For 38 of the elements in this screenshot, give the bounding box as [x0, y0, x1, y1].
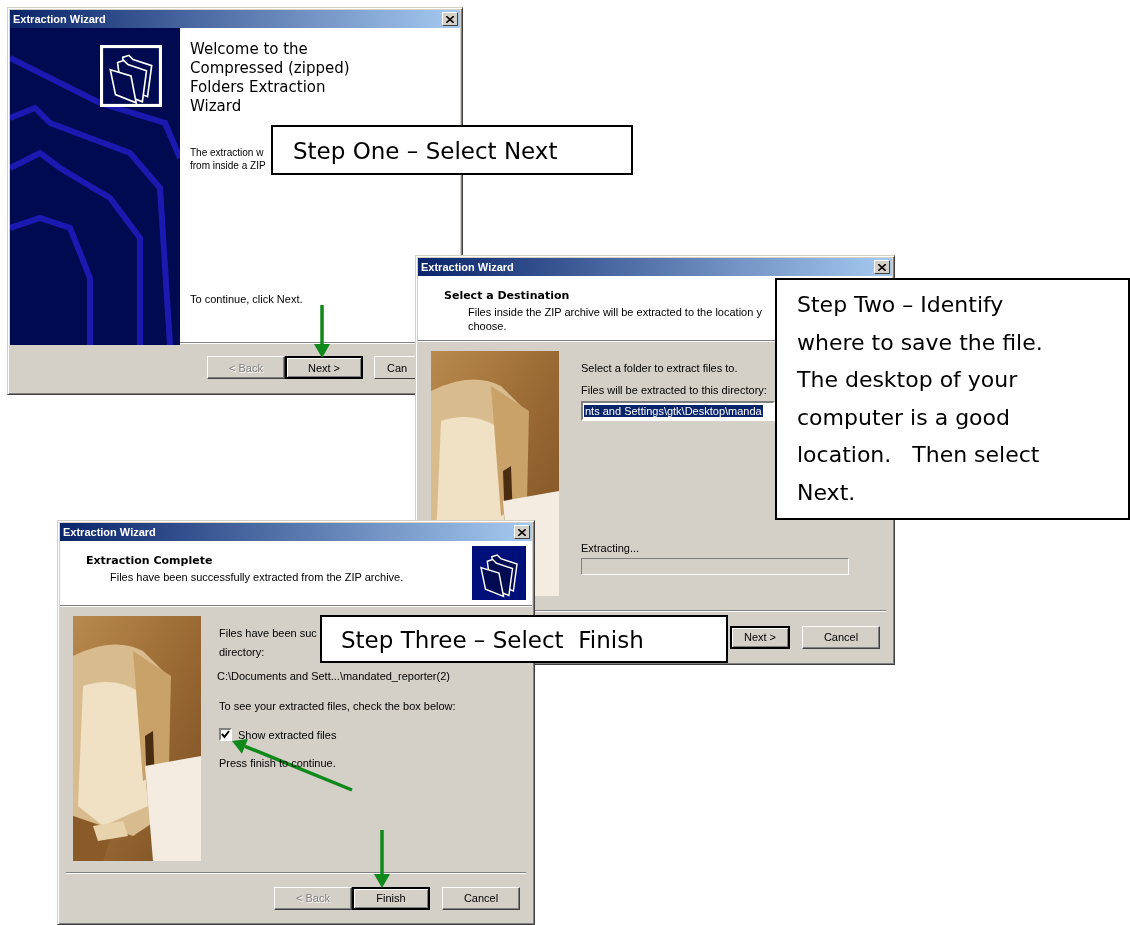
prompt-text: Select a folder to extract files to. [581, 362, 738, 374]
progress-label: Extracting... [581, 542, 640, 554]
path-text: C:\Documents and Sett...\mandated_reporter(2) [217, 670, 450, 682]
window-title: Extraction Wizard [13, 13, 106, 25]
result-text: Files have been suc directory: [219, 626, 317, 660]
step-description: Files inside the ZIP archive will be extracted to the location y choose. [467, 305, 762, 333]
field-label: Files will be extracted to this directory: [581, 384, 767, 396]
window-title: Extraction Wizard [63, 526, 156, 538]
step-heading: Extraction Complete [86, 554, 213, 567]
close-button[interactable] [874, 260, 890, 274]
wizard-button[interactable]: Cancel [442, 886, 520, 910]
checkbox[interactable] [219, 728, 232, 741]
step-callout: Step Three – Select Finish [320, 615, 728, 663]
continue-text: To continue, click Next. [190, 293, 303, 305]
window-title: Extraction Wizard [421, 261, 514, 273]
close-button[interactable] [442, 12, 458, 26]
step-description: Files have been successfully extracted from the ZIP archive. [109, 570, 404, 584]
welcome-heading: Welcome to the Compressed (zipped) Folders Extraction Wizard [190, 40, 351, 116]
close-icon [878, 263, 886, 271]
wizard-button[interactable]: Finish [352, 886, 430, 910]
directory-field[interactable]: nts and Settings\gtk\Desktop\manda [581, 401, 775, 421]
checkbox-hint: To see your extracted files, check the box below: [219, 700, 456, 712]
step-heading: Select a Destination [444, 289, 570, 302]
wizard-button[interactable]: Cancel [802, 625, 880, 649]
folder-icon [100, 45, 162, 107]
wizard-button[interactable]: Next > [285, 356, 363, 379]
wizard-button[interactable]: Can [374, 356, 415, 379]
wizard-button[interactable]: Next > [730, 625, 790, 649]
close-button[interactable] [514, 525, 530, 539]
step-callout: Step Two – Identify where to save the file. The desktop of your computer is a good location. Then select Next. [775, 278, 1130, 520]
step-callout: Step One – Select Next [271, 125, 633, 175]
pointer-arrow [374, 830, 390, 888]
close-icon [518, 528, 526, 536]
close-icon [446, 15, 454, 23]
checkbox-label: Show extracted files [238, 728, 337, 741]
folder-icon [472, 546, 526, 600]
pointer-arrow [314, 305, 330, 358]
intro-text: The extraction w from inside a ZIP [190, 146, 266, 172]
